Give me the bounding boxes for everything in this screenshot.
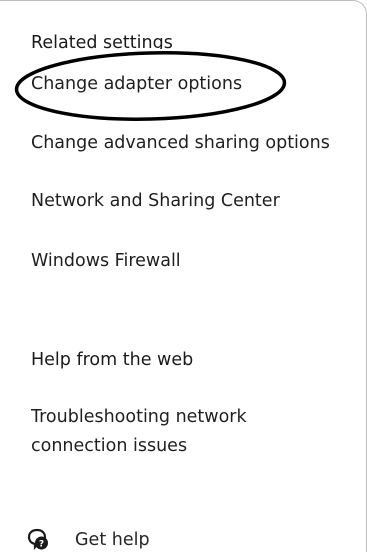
chat-help-icon: ? bbox=[27, 528, 48, 551]
get-help-label: Get help bbox=[75, 530, 150, 550]
get-help-button[interactable]: ? Get help bbox=[26, 527, 150, 553]
troubleshooting-network-link[interactable]: Troubleshooting network connection issue… bbox=[31, 403, 321, 461]
svg-text:?: ? bbox=[39, 540, 44, 550]
network-and-sharing-center-link[interactable]: Network and Sharing Center bbox=[31, 189, 280, 213]
help-from-the-web-heading: Help from the web bbox=[31, 350, 194, 370]
settings-side-panel: Related settings Change adapter options … bbox=[0, 0, 367, 552]
annotation-ellipse bbox=[14, 51, 287, 121]
change-advanced-sharing-options-link[interactable]: Change advanced sharing options bbox=[31, 131, 330, 155]
windows-firewall-link[interactable]: Windows Firewall bbox=[31, 249, 181, 273]
